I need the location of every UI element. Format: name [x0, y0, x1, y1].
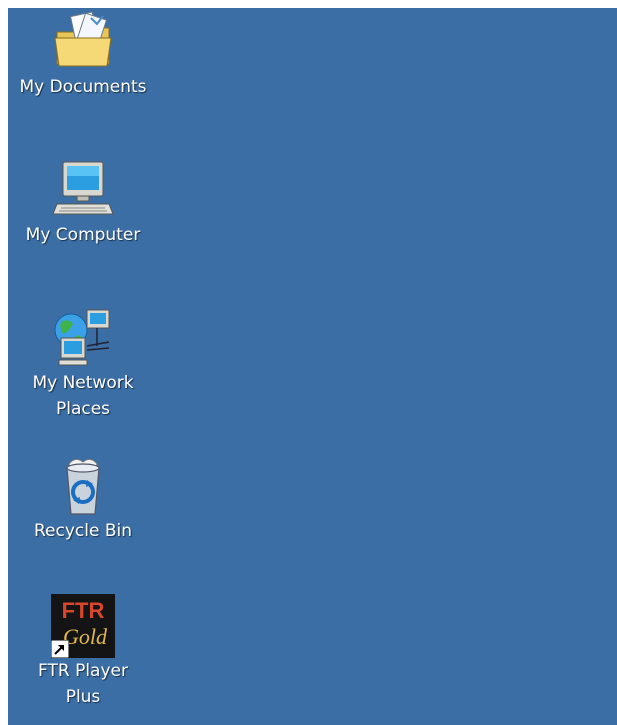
- my-computer-icon: [52, 161, 114, 215]
- desktop-icon-my-documents[interactable]: My Documents: [8, 10, 158, 100]
- svg-text:Gold: Gold: [63, 624, 108, 649]
- desktop-icon-label: My Documents: [19, 77, 147, 97]
- desktop-icon-my-computer[interactable]: My Computer: [8, 158, 158, 248]
- desktop-icon-label: Recycle Bin: [33, 521, 132, 541]
- desktop-icon-label: FTR Player Plus: [38, 661, 128, 707]
- desktop: My Documents My Computer My Network Plac…: [8, 8, 617, 725]
- my-network-places-icon: [54, 309, 110, 366]
- recycle-bin-icon: [66, 458, 100, 515]
- shortcut-arrow-icon: [51, 640, 69, 658]
- svg-text:FTR: FTR: [62, 598, 105, 623]
- desktop-icon-ftr-player-plus[interactable]: FTR Gold FTR Player Plus: [8, 594, 158, 710]
- desktop-icon-my-network-places[interactable]: My Network Places: [8, 306, 158, 422]
- desktop-icon-recycle-bin[interactable]: Recycle Bin: [8, 454, 158, 544]
- desktop-icon-label: My Network Places: [32, 373, 134, 419]
- my-documents-icon: [54, 11, 112, 67]
- desktop-icon-label: My Computer: [25, 225, 141, 245]
